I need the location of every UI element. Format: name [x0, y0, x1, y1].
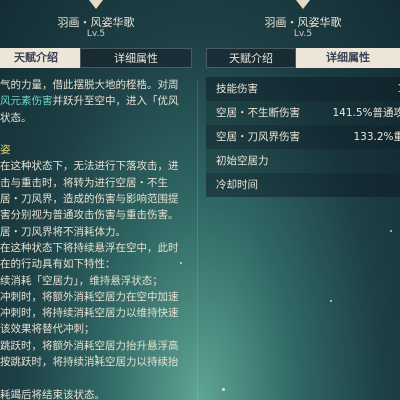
stat-label: 技能伤害 [216, 83, 258, 95]
skill-emblem-icon [89, 0, 103, 9]
stat-value: 133.2%重 [353, 131, 400, 143]
skill-header: 羽画・风姿华歌 Lv.5 [0, 0, 192, 44]
description-line: 姿 [0, 142, 190, 158]
stat-row: 初始空居力 [206, 149, 400, 173]
stat-row: 技能伤害1 [206, 77, 400, 101]
panel-divider [197, 80, 198, 400]
description-line: 跳跃时，将额外消耗空居力抬升悬浮高 [0, 339, 179, 352]
description-line: 在这种状态下将持续悬浮在空中，此时 [0, 241, 179, 254]
skill-level: Lv.5 [293, 29, 313, 39]
description-line: 冲刺时，将额外消耗空居力在空中加速 [0, 290, 179, 303]
talent-stats-panel: 羽画・风姿华歌 Lv.5 天赋介绍 详细属性 技能伤害1 空居・不生断伤害 141.… [206, 0, 400, 400]
description-line: 耗竭后将结束该状态。 [0, 388, 105, 400]
description-line: 居・刀风界将不消耗体力。 [0, 225, 126, 238]
description-line: 在这种状态下，无法进行下落攻击，进 [0, 160, 179, 173]
tab-details[interactable]: 详细属性 [296, 48, 400, 68]
description-line: 击与重击时，将转为进行空居・不生 [0, 176, 168, 189]
element-keyword: 风元素伤害 [0, 95, 53, 108]
talent-description: 气的力量，借此摆脱大地的桎梏。对周 风元素伤害并跃升至空中，进入「优风 状态。姿在这… [0, 77, 190, 400]
description-line: 气的力量，借此摆脱大地的桎梏。对周 [0, 79, 179, 91]
description-line: 按跳跃时，将持续消耗空居力以持续抬 [0, 356, 179, 369]
skill-title: 羽画・风姿华歌 [264, 16, 342, 29]
description-line: 续消耗「空居力」，维持悬浮状态； [0, 274, 163, 287]
description-line: 该效果将替代冲刺； [0, 323, 95, 336]
skill-title: 羽画・风姿华歌 [57, 16, 135, 29]
description-line [0, 370, 190, 386]
description-line: 在的行动具有如下特性： [0, 258, 116, 271]
talent-description-panel: 羽画・风姿华歌 Lv.5 天赋介绍 详细属性 气的力量，借此摆脱大地的桎梏。对周… [0, 0, 192, 400]
description-line: 冲刺时，将持续消耗空居力以维持快速 [0, 307, 179, 320]
description-line: 状态。 [0, 111, 32, 124]
tab-talent-intro[interactable]: 天赋介绍 [0, 48, 80, 68]
description-line [0, 126, 190, 142]
skill-level: Lv.5 [86, 29, 106, 39]
stat-row: 空居・刀风界伤害 133.2%重 [206, 125, 400, 149]
stat-label: 冷却时间 [216, 179, 258, 191]
description-line: 害分别视为普通攻击伤害与重击伤害。 [0, 209, 179, 222]
tab-talent-intro[interactable]: 天赋介绍 [206, 48, 296, 68]
stat-label: 空居・刀风界伤害 [216, 131, 300, 143]
stat-value: 141.5%普通攻 [332, 107, 400, 119]
skill-header: 羽画・风姿华歌 Lv.5 [206, 0, 400, 44]
description-line: 风元素伤害并跃升至空中，进入「优风 [0, 95, 179, 108]
stat-label: 初始空居力 [216, 155, 269, 167]
tab-bar: 天赋介绍 详细属性 [206, 48, 400, 68]
tab-bar: 天赋介绍 详细属性 [0, 48, 192, 68]
stat-label: 空居・不生断伤害 [216, 107, 300, 119]
stat-row: 冷却时间 [206, 173, 400, 197]
section-heading: 姿 [0, 144, 11, 157]
description-line: 居・刀风界，造成的伤害与影响范围提 [0, 193, 179, 206]
skill-emblem-icon [296, 0, 310, 9]
tab-details[interactable]: 详细属性 [80, 48, 192, 68]
stats-table: 技能伤害1 空居・不生断伤害 141.5%普通攻空居・刀风界伤害 133.2%重初始空… [206, 77, 400, 197]
stat-row: 空居・不生断伤害 141.5%普通攻 [206, 101, 400, 125]
